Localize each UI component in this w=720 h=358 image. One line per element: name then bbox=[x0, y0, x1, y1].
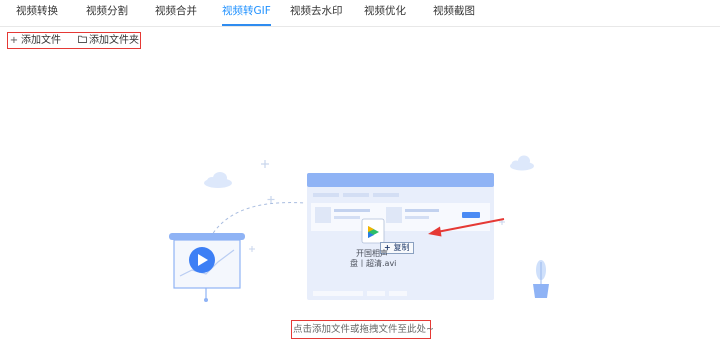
dragged-file-name-line1: 开国相声 bbox=[356, 249, 388, 258]
sparkle-icon bbox=[249, 246, 255, 252]
copy-badge-label: 复制 bbox=[393, 243, 410, 252]
app-window-illustration bbox=[307, 173, 494, 300]
drop-hint-text[interactable]: 点击添加文件或拖拽文件至此处~ bbox=[293, 323, 434, 336]
plant-icon bbox=[533, 260, 549, 298]
cloud-icon bbox=[510, 155, 534, 171]
sparkle-icon bbox=[261, 160, 269, 168]
drop-zone-illustration bbox=[169, 155, 549, 302]
sparkle-icon bbox=[267, 196, 275, 203]
video-file-icon bbox=[361, 218, 385, 244]
cloud-icon bbox=[204, 172, 232, 188]
dashed-connector bbox=[209, 202, 306, 239]
presentation-board-icon bbox=[169, 233, 245, 302]
dragged-file-name-line2: 盘丨超清.avi bbox=[350, 259, 397, 268]
